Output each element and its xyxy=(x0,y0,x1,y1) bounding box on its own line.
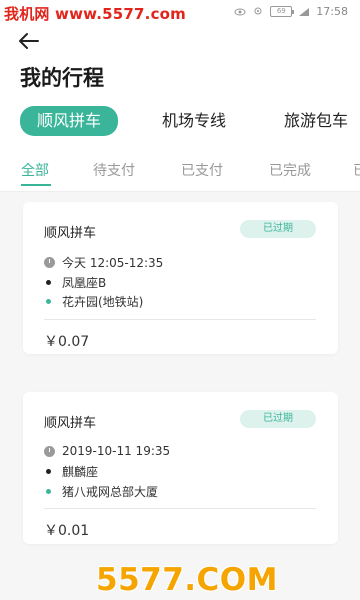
watermark-bottom: 5577.COM xyxy=(96,562,279,598)
trip-time-row: 2019-10-11 19:35 xyxy=(44,444,170,458)
trip-time: 今天 12:05-12:35 xyxy=(62,256,164,270)
tab-tour[interactable]: 旅游包车 xyxy=(284,107,348,135)
trip-card[interactable]: 顺风拼车 已过期 今天 12:05-12:35 凤凰座B 花卉园(地铁站) ￥0… xyxy=(23,202,338,354)
destination-dot-icon xyxy=(46,299,51,304)
clock-icon xyxy=(44,445,55,457)
header: 我的行程 顺风拼车 机场专线 旅游包车 xyxy=(0,24,360,152)
tab-paid[interactable]: 已支付 xyxy=(181,160,223,180)
trip-type: 顺风拼车 xyxy=(44,416,97,431)
category-tabs: 顺风拼车 机场专线 旅游包车 xyxy=(0,104,360,138)
tab-airport[interactable]: 机场专线 xyxy=(162,107,226,135)
destination-dot-icon xyxy=(46,489,51,494)
trip-card[interactable]: 顺风拼车 已过期 2019-10-11 19:35 麒麟座 猪八戒网总部大厦 ￥… xyxy=(23,392,338,544)
status-time: 17:58 xyxy=(316,5,348,18)
location-icon xyxy=(254,7,262,14)
watermark-top: 我机网 www.5577.com xyxy=(4,5,187,23)
tab-unpaid[interactable]: 待支付 xyxy=(93,160,135,180)
trip-price: ￥0.01 xyxy=(44,523,90,539)
card-divider xyxy=(44,319,316,320)
trip-time-row: 今天 12:05-12:35 xyxy=(44,254,163,271)
origin-dot-icon xyxy=(46,280,51,285)
trip-time: 2019-10-11 19:35 xyxy=(62,444,171,458)
active-tab-indicator xyxy=(21,184,51,186)
signal-icon xyxy=(299,7,310,16)
tab-more[interactable]: 已 xyxy=(353,160,360,180)
trip-from: 凤凰座B xyxy=(62,276,107,290)
clock-icon xyxy=(44,257,55,268)
battery-icon: 69 xyxy=(270,6,295,17)
trip-to: 花卉园(地铁站) xyxy=(62,295,144,309)
status-tabs: 全部 待支付 已支付 已完成 已 xyxy=(0,152,360,192)
status-bar: 我机网 www.5577.com 69 17:58 xyxy=(0,0,360,24)
trip-from-row: 麒麟座 xyxy=(44,463,98,480)
trip-price: ￥0.07 xyxy=(44,334,90,350)
trip-from-row: 凤凰座B xyxy=(44,274,106,291)
trip-type: 顺风拼车 xyxy=(44,226,97,241)
trip-to-row: 花卉园(地铁站) xyxy=(44,293,143,310)
tab-carpool[interactable]: 顺风拼车 xyxy=(20,106,119,136)
status-icons: 69 17:58 xyxy=(234,5,348,18)
trip-to: 猪八戒网总部大厦 xyxy=(62,485,159,499)
back-button[interactable] xyxy=(16,30,44,52)
origin-dot-icon xyxy=(46,469,51,474)
arrow-left-icon xyxy=(19,33,39,49)
status-badge: 已过期 xyxy=(240,220,316,238)
card-divider xyxy=(44,508,316,509)
trip-from: 麒麟座 xyxy=(62,465,99,479)
tab-all[interactable]: 全部 xyxy=(21,160,49,180)
page-title: 我的行程 xyxy=(20,66,104,90)
eye-icon xyxy=(234,8,246,15)
tab-completed[interactable]: 已完成 xyxy=(269,160,311,180)
trip-to-row: 猪八戒网总部大厦 xyxy=(44,483,158,500)
status-badge: 已过期 xyxy=(240,410,316,428)
